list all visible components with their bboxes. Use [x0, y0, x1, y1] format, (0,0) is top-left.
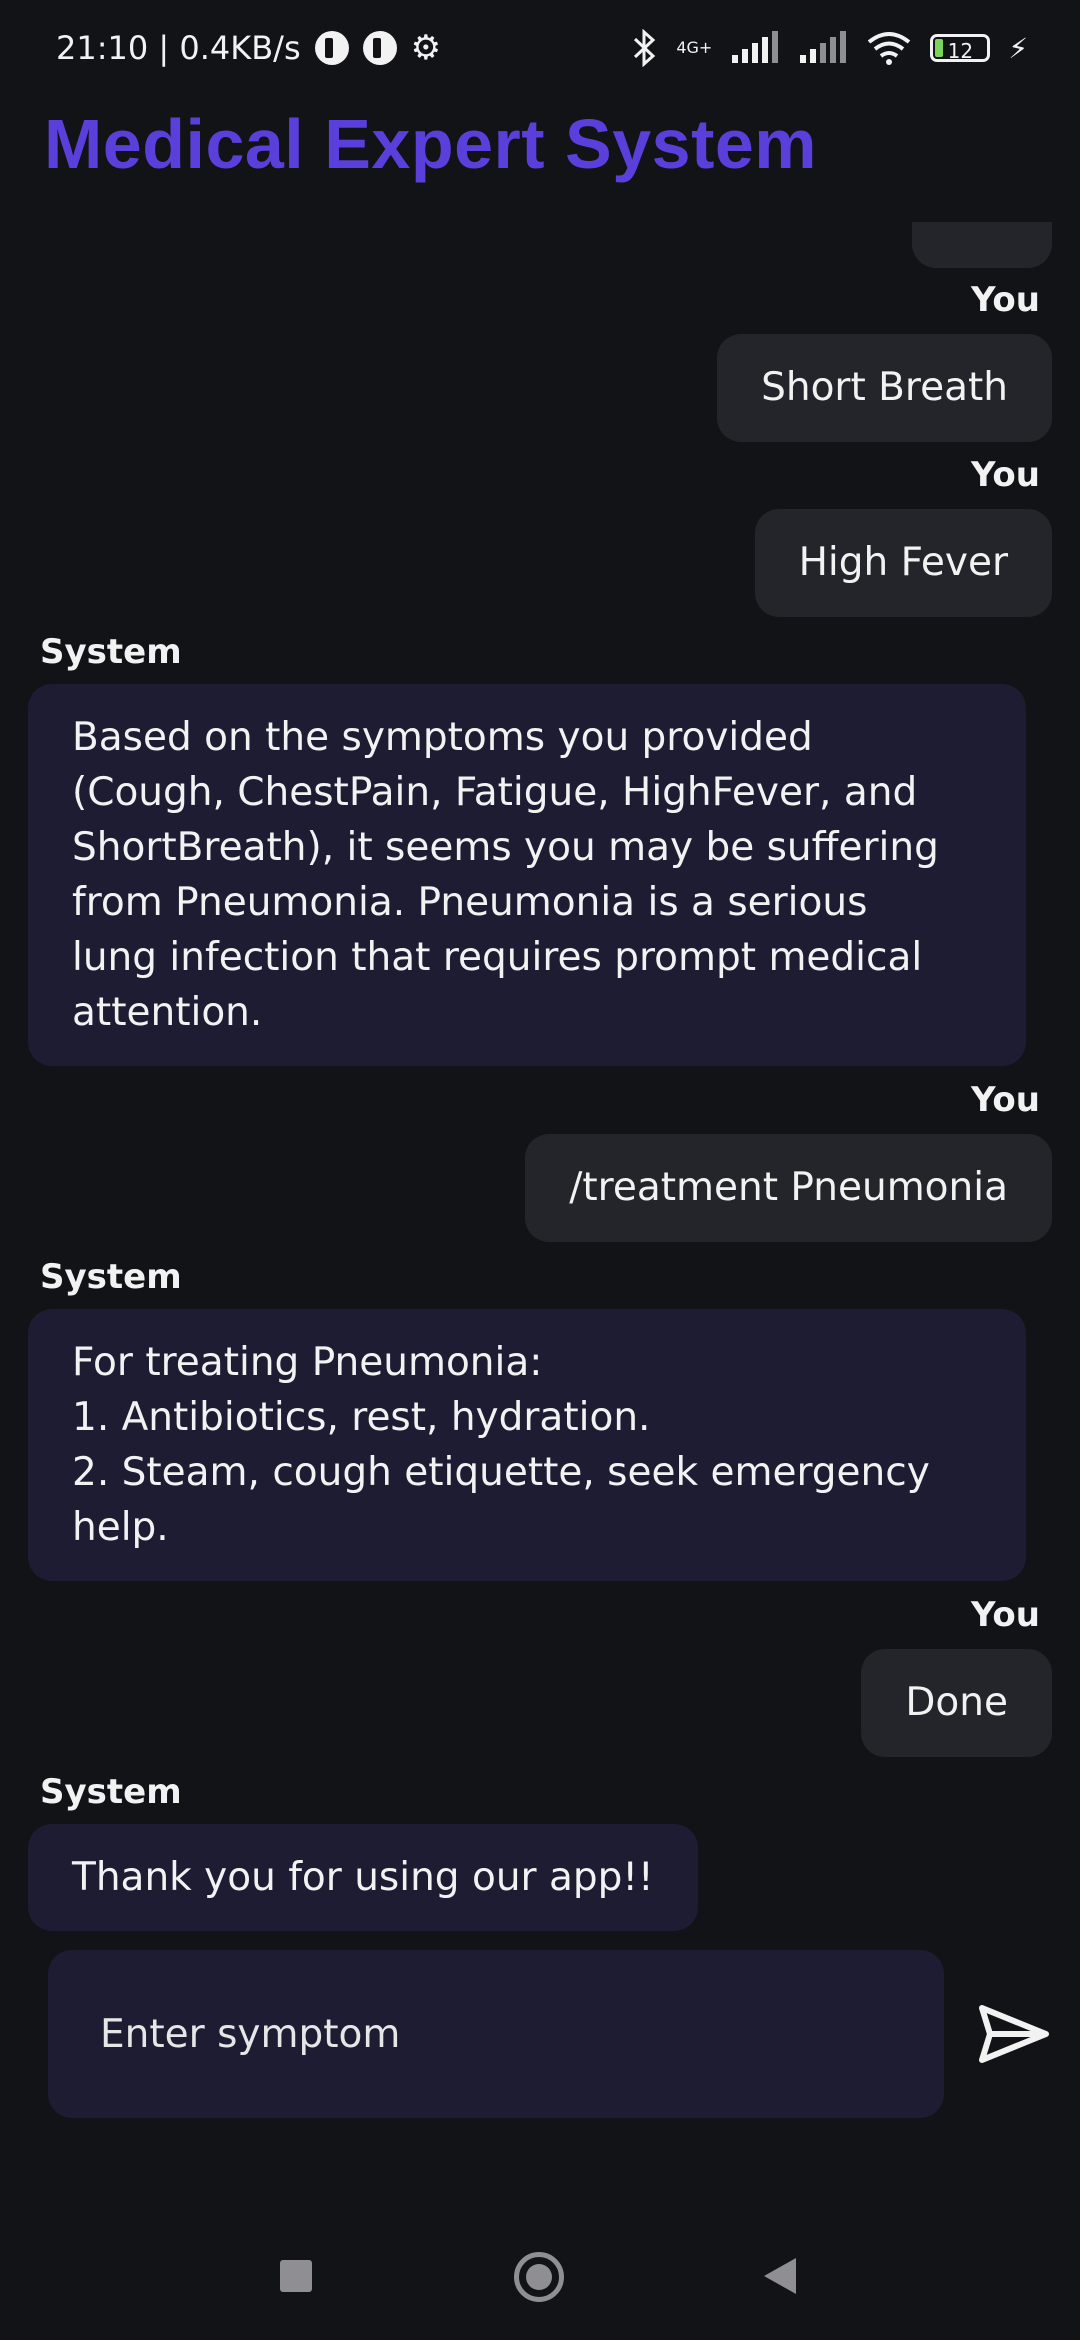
system-message-bubble: Thank you for using our app!!: [28, 1824, 698, 1931]
gear-icon: ⚙: [410, 28, 442, 68]
signal-icon: [732, 31, 779, 63]
status-bar-left: 21:10 | 0.4KB/s ⚙: [56, 29, 441, 67]
sender-label-system: System: [40, 1772, 182, 1812]
chat-list[interactable]: You Short Breath You High Fever System B…: [0, 222, 1080, 1942]
battery-icon: 12: [930, 34, 991, 63]
time-and-speed: 21:10 | 0.4KB/s: [56, 29, 301, 67]
signal-icon: [800, 31, 847, 63]
home-button[interactable]: [514, 2252, 564, 2302]
user-message-bubble: High Fever: [754, 509, 1052, 617]
send-button[interactable]: [972, 1992, 1056, 2076]
back-button[interactable]: [764, 2258, 796, 2294]
bluetooth-icon: [634, 29, 656, 67]
battery-fill: [935, 39, 944, 57]
partial-message-bubble: [912, 222, 1052, 268]
sender-label-system: System: [40, 632, 182, 672]
symptom-input-container: [48, 1950, 944, 2118]
sender-label-you: You: [970, 455, 1040, 495]
user-message-bubble: /treatment Pneumonia: [525, 1134, 1052, 1242]
sender-label-you: You: [970, 1595, 1040, 1635]
battery-level: 12: [947, 39, 974, 63]
charging-icon: ⚡: [1008, 31, 1028, 65]
network-type-label: 4G+: [676, 38, 713, 57]
network-type: 4G+: [676, 40, 712, 56]
user-message-bubble: Done: [861, 1649, 1052, 1757]
status-bar: 21:10 | 0.4KB/s ⚙ 4G+ 12 ⚡: [0, 0, 1080, 96]
sender-label-you: You: [970, 280, 1040, 320]
wifi-icon: [868, 32, 911, 65]
app-notification-icon: [362, 31, 397, 65]
send-icon: [979, 2005, 1049, 2063]
system-nav-bar: [0, 2220, 1080, 2340]
sender-label-you: You: [970, 1080, 1040, 1120]
user-message-bubble: Short Breath: [717, 334, 1052, 442]
app-notification-icon: [314, 31, 349, 65]
status-bar-right: 4G+ 12 ⚡: [632, 29, 1028, 67]
page-title: Medical Expert System: [44, 105, 818, 183]
sender-label-system: System: [40, 1257, 182, 1297]
recents-button[interactable]: [280, 2260, 312, 2292]
system-message-bubble: Based on the symptoms you provided (Coug…: [28, 684, 1026, 1066]
symptom-input[interactable]: [48, 1950, 944, 2118]
system-message-bubble: For treating Pneumonia: 1. Antibiotics, …: [28, 1309, 1026, 1581]
